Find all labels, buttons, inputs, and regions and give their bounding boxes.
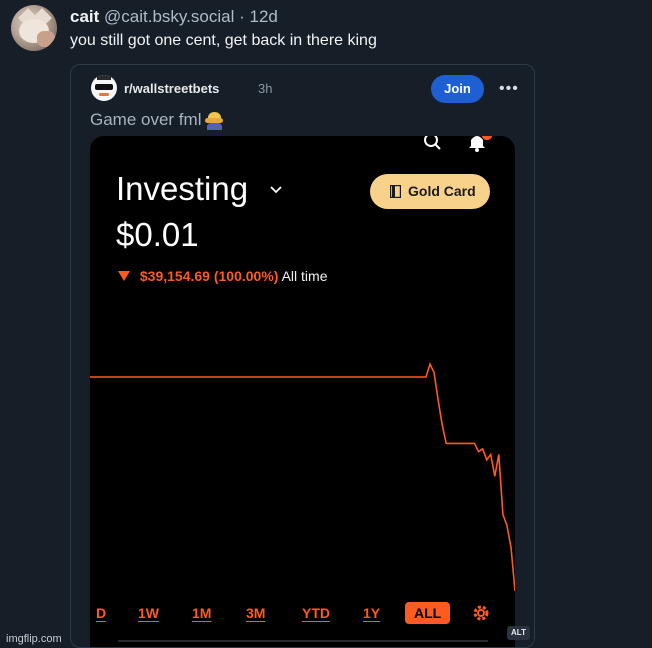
more-icon: ••• (499, 80, 519, 97)
handle[interactable]: @cait.bsky.social (104, 7, 234, 26)
investing-heading: Investing (116, 170, 249, 207)
change-period: All time (281, 268, 328, 284)
reddit-post-title-text: Game over fml (90, 110, 202, 129)
chevron-down-icon (270, 186, 282, 194)
display-name[interactable]: cait (70, 7, 99, 26)
avatar[interactable] (11, 5, 57, 51)
home-indicator (118, 640, 488, 642)
range-1w: 1W (138, 605, 159, 621)
join-button: Join (431, 75, 484, 103)
range-3m: 3M (246, 605, 266, 621)
reddit-post-title: Game over fml (90, 110, 224, 130)
embedded-image[interactable]: r/wallstreetbets 3h Join ••• Game over f… (70, 64, 535, 648)
portfolio-balance: $0.01 (116, 216, 199, 253)
down-triangle-icon (118, 271, 130, 282)
post-text: you still got one cent, get back in ther… (70, 32, 377, 49)
chart-series-line (90, 362, 515, 592)
range-1m: 1M (192, 605, 212, 621)
separator: · (239, 7, 245, 26)
subreddit-name: r/wallstreetbets (124, 81, 220, 96)
range-selector: D 1W 1M 3M YTD 1Y ALL (90, 602, 515, 626)
portfolio-change: $39,154.69 (100.00%) All time (118, 268, 327, 284)
notification-badge (482, 136, 492, 140)
subreddit-avatar (91, 75, 117, 101)
post-time: 3h (258, 81, 273, 96)
range-d: D (96, 605, 107, 621)
watermark: imgflip.com (6, 633, 62, 645)
change-amount: $39,154.69 (100.00%) (139, 268, 279, 284)
portfolio-chart (90, 362, 515, 592)
alt-badge[interactable]: ALT (507, 626, 530, 640)
gold-card-button: Gold Card (370, 174, 490, 209)
post-age[interactable]: 12d (250, 7, 278, 26)
gold-card-label: Gold Card (408, 183, 476, 199)
card-icon (390, 185, 401, 198)
gear-icon (473, 605, 489, 621)
reddit-header: r/wallstreetbets 3h Join ••• (71, 65, 534, 109)
search-icon (424, 136, 441, 150)
facepalm-emoji-icon (205, 111, 224, 130)
phone-screenshot: Investing Gold Card $0.01 $39,154.69 (10… (90, 136, 515, 647)
range-1y: 1Y (363, 605, 381, 621)
range-all: ALL (405, 602, 451, 624)
range-ytd: YTD (302, 605, 330, 621)
post-header: cait @cait.bsky.social · 12d (70, 7, 278, 27)
